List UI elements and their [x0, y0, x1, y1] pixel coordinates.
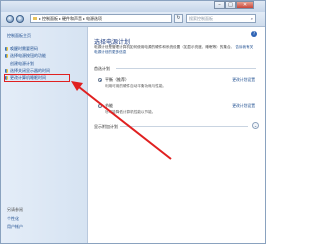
plan-name-balanced[interactable]: 平衡（推荐）	[105, 77, 129, 83]
monitor-icon	[5, 69, 8, 73]
sidebar-item-power-button[interactable]: 选择电源按钮的功能	[10, 53, 46, 59]
breadcrumb-power-options[interactable]: 电源选项	[86, 16, 102, 22]
plan-desc-balanced: 利用可用的硬件自动平衡功耗与性能。	[105, 84, 167, 88]
moon-icon	[5, 76, 8, 80]
maximize-button[interactable]: □	[225, 1, 236, 9]
description-text: 电源计划是管理计算机如何使用电源的硬件和系统设置（如显示亮度、睡眠等）的集合。	[94, 45, 235, 49]
close-button[interactable]: ✕	[236, 1, 254, 9]
sidebar-item-user-accounts[interactable]: 用户帐户	[7, 224, 23, 230]
section-divider	[120, 126, 248, 127]
shield-icon	[5, 47, 8, 51]
plan-desc-power-saver: 尽可能降低计算机性能以节能。	[105, 110, 156, 114]
breadcrumb-separator: ▸	[83, 16, 86, 21]
section-divider	[116, 68, 256, 69]
search-placeholder: 搜索控制面板	[189, 16, 213, 21]
breadcrumb-hardware-sound[interactable]: 硬件和声音	[62, 16, 82, 22]
help-icon[interactable]: ?	[251, 31, 257, 37]
sidebar-item-create-plan[interactable]: 创建电源计划	[10, 61, 34, 67]
window-controls: – □ ✕	[214, 1, 254, 9]
sidebar-item-home[interactable]: 控制面板主页	[7, 33, 31, 39]
plan-name-power-saver[interactable]: 节能	[105, 103, 113, 109]
search-icon[interactable]: ⌕	[251, 15, 253, 22]
breadcrumb-separator: ▸	[39, 16, 42, 21]
sidebar-item-personalization[interactable]: 个性化	[7, 216, 19, 222]
change-plan-settings-link-power-saver[interactable]: 更改计划设置	[232, 103, 255, 109]
power-saver-radio[interactable]	[98, 104, 102, 108]
search-input[interactable]: 搜索控制面板 ⌕	[186, 14, 256, 23]
page-description: 电源计划是管理计算机如何使用电源的硬件和系统设置（如显示亮度、睡眠等）的集合。 …	[94, 45, 254, 55]
sidebar-item-password[interactable]: 唤醒时需要密码	[10, 46, 38, 52]
navigation-bar: ‹ › ▸ 控制面板 ▸ 硬件和声音 ▸ 电源选项 ↻ 搜索控制面板 ⌕	[1, 12, 265, 27]
minimize-button[interactable]: –	[214, 1, 225, 9]
forward-button[interactable]: ›	[16, 15, 24, 23]
control-panel-window: – □ ✕ ‹ › ▸ 控制面板 ▸ 硬件和声音 ▸ 电源选项 ↻ 搜索控制面板…	[0, 0, 266, 244]
address-bar[interactable]: ▸ 控制面板 ▸ 硬件和声音 ▸ 电源选项	[30, 14, 172, 23]
shield-icon	[5, 54, 8, 58]
breadcrumb-control-panel[interactable]: 控制面板	[42, 16, 58, 22]
back-button[interactable]: ‹	[6, 15, 14, 23]
preferred-plans-label: 首选计划	[94, 66, 110, 71]
change-plan-settings-link-balanced[interactable]: 更改计划设置	[232, 77, 255, 83]
refresh-button[interactable]: ↻	[174, 14, 183, 23]
sidebar: 控制面板主页 唤醒时需要密码 选择电源按钮的功能 创建电源计划 选择关闭显示器的…	[1, 27, 88, 243]
breadcrumb-separator: ▸	[59, 16, 62, 21]
folder-icon	[33, 17, 37, 20]
balanced-radio[interactable]	[98, 78, 102, 82]
main-content: ? 选择电源计划 电源计划是管理计算机如何使用电源的硬件和系统设置（如显示亮度、…	[88, 27, 265, 243]
expand-chevron-icon[interactable]: ⌄	[252, 122, 259, 129]
additional-plans-label[interactable]: 显示附加计划	[94, 124, 118, 130]
title-bar: – □ ✕	[1, 1, 265, 12]
sidebar-item-sleep-time[interactable]: 更改计算机睡眠时间	[10, 75, 46, 81]
see-also-label: 另请参阅	[7, 207, 23, 212]
